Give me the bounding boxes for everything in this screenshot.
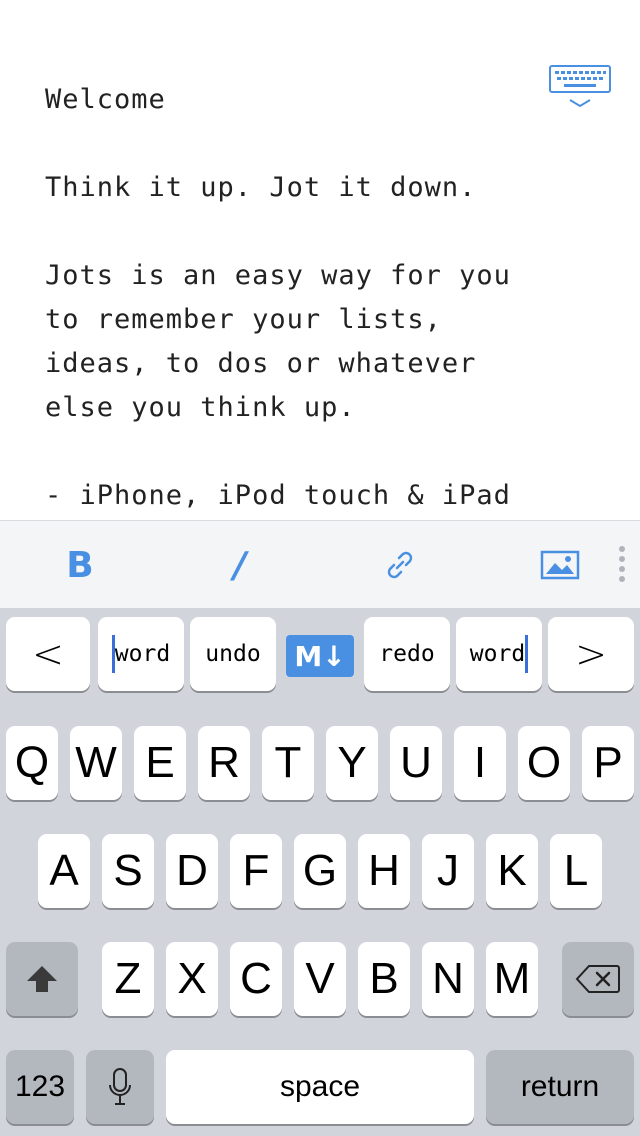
word-right-label: word (469, 641, 526, 667)
next-button[interactable]: > (548, 617, 634, 691)
key-j[interactable]: J (422, 834, 474, 908)
key-o[interactable]: O (518, 726, 570, 800)
bold-button[interactable]: B (50, 521, 110, 609)
key-s[interactable]: S (102, 834, 154, 908)
image-icon[interactable] (530, 521, 590, 609)
key-y[interactable]: Y (326, 726, 378, 800)
return-key[interactable]: return (486, 1050, 634, 1124)
keyboard-dismiss-icon[interactable] (548, 64, 612, 112)
key-c[interactable]: C (230, 942, 282, 1016)
link-icon[interactable] (370, 521, 430, 609)
key-h[interactable]: H (358, 834, 410, 908)
word-left-label: word (114, 641, 171, 667)
key-p[interactable]: P (582, 726, 634, 800)
note-editor[interactable]: Welcome Think it up. Jot it down. Jots i… (0, 0, 640, 520)
italic-button[interactable]: / (210, 521, 270, 609)
key-k[interactable]: K (486, 834, 538, 908)
note-text[interactable]: Welcome Think it up. Jot it down. Jots i… (45, 78, 605, 518)
more-vertical-icon[interactable] (612, 521, 632, 609)
key-a[interactable]: A (38, 834, 90, 908)
key-w[interactable]: W (70, 726, 122, 800)
format-toolbar: B / (0, 520, 640, 609)
delete-icon[interactable] (562, 942, 634, 1016)
word-right-button[interactable]: word (456, 617, 542, 691)
shift-icon[interactable] (6, 942, 78, 1016)
key-q[interactable]: Q (6, 726, 58, 800)
prev-button[interactable]: < (6, 617, 90, 691)
key-z[interactable]: Z (102, 942, 154, 1016)
key-x[interactable]: X (166, 942, 218, 1016)
key-v[interactable]: V (294, 942, 346, 1016)
redo-button[interactable]: redo (364, 617, 450, 691)
markdown-badge[interactable]: M↓ (286, 635, 354, 677)
word-left-button[interactable]: word (98, 617, 184, 691)
keyboard: < word undo M↓ redo word > Q W E R T Y U… (0, 608, 640, 1136)
key-f[interactable]: F (230, 834, 282, 908)
cursor-marker (525, 635, 529, 673)
key-i[interactable]: I (454, 726, 506, 800)
key-m[interactable]: M (486, 942, 538, 1016)
key-n[interactable]: N (422, 942, 474, 1016)
key-l[interactable]: L (550, 834, 602, 908)
key-u[interactable]: U (390, 726, 442, 800)
space-key[interactable]: space (166, 1050, 474, 1124)
key-d[interactable]: D (166, 834, 218, 908)
undo-button[interactable]: undo (190, 617, 276, 691)
microphone-icon[interactable] (86, 1050, 154, 1124)
key-r[interactable]: R (198, 726, 250, 800)
key-e[interactable]: E (134, 726, 186, 800)
key-g[interactable]: G (294, 834, 346, 908)
key-t[interactable]: T (262, 726, 314, 800)
numbers-button[interactable]: 123 (6, 1050, 74, 1124)
key-b[interactable]: B (358, 942, 410, 1016)
